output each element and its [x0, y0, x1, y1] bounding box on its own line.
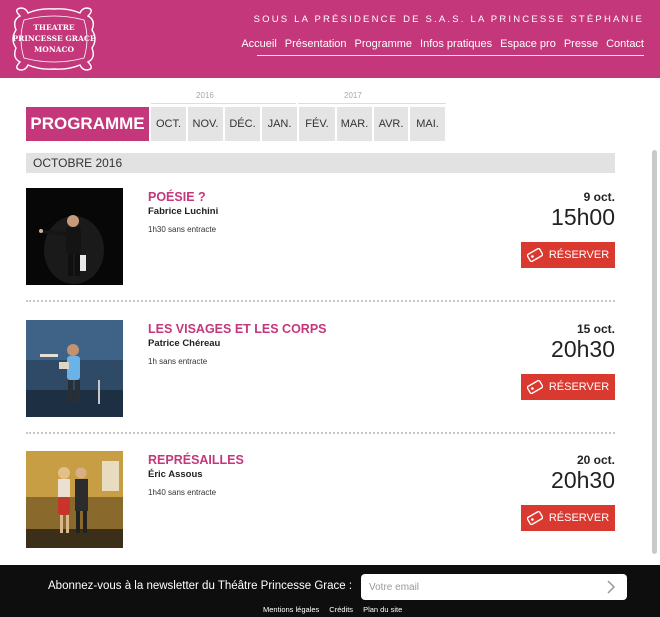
patronage-text: SOUS LA PRÉSIDENCE DE S.A.S. LA PRINCESS… — [253, 14, 644, 25]
event-photo[interactable] — [26, 451, 123, 548]
year-label-2016: 2016 — [196, 91, 214, 100]
reserve-button[interactable]: RÉSERVER — [521, 374, 615, 400]
event-title[interactable]: LES VISAGES ET LES CORPS — [148, 322, 327, 336]
ticket-icon — [526, 248, 543, 262]
month-tab-jan[interactable]: JAN. — [262, 107, 297, 141]
event-photo[interactable] — [26, 188, 123, 285]
arrow-right-icon[interactable] — [604, 580, 618, 594]
event-item: POÉSIE ? Fabrice Luchini 1h30 sans entra… — [26, 188, 615, 286]
svg-text:PRINCESSE GRACE: PRINCESSE GRACE — [12, 34, 95, 43]
month-selector: OCT. NOV. DÉC. JAN. FÉV. MAR. AVR. MAI. — [151, 107, 447, 141]
theatre-logo[interactable]: THEATRE PRINCESSE GRACE MONACO — [10, 6, 98, 72]
event-item: LES VISAGES ET LES CORPS Patrice Chéreau… — [26, 320, 615, 418]
event-photo[interactable] — [26, 320, 123, 417]
month-tab-oct[interactable]: OCT. — [151, 107, 186, 141]
reserve-button[interactable]: RÉSERVER — [521, 505, 615, 531]
event-title[interactable]: POÉSIE ? — [148, 190, 206, 204]
event-author: Fabrice Luchini — [148, 206, 219, 217]
event-author: Patrice Chéreau — [148, 338, 221, 349]
reserve-button[interactable]: RÉSERVER — [521, 242, 615, 268]
event-date: 9 oct. — [583, 190, 615, 204]
newsletter-email-input[interactable] — [361, 574, 627, 600]
ticket-icon — [526, 511, 543, 525]
link-mentions-legales[interactable]: Mentions légales — [263, 605, 319, 614]
newsletter-label: Abonnez-vous à la newsletter du Théâtre … — [48, 580, 353, 592]
year-line-2016 — [151, 103, 296, 104]
event-duration: 1h30 sans entracte — [148, 225, 217, 234]
nav-contact[interactable]: Contact — [606, 38, 644, 50]
event-time: 20h30 — [551, 467, 615, 493]
year-line-2017 — [298, 103, 446, 104]
ticket-icon — [526, 380, 543, 394]
event-date: 15 oct. — [576, 322, 615, 336]
month-tab-mai[interactable]: MAI. — [410, 107, 445, 141]
link-credits[interactable]: Crédits — [329, 605, 353, 614]
event-author: Éric Assous — [148, 469, 203, 480]
nav-presentation[interactable]: Présentation — [285, 38, 347, 50]
event-date: 20 oct. — [576, 453, 615, 467]
event-duration: 1h40 sans entracte — [148, 488, 217, 497]
link-plan-du-site[interactable]: Plan du site — [363, 605, 402, 614]
nav-infos-pratiques[interactable]: Infos pratiques — [420, 38, 492, 50]
nav-programme[interactable]: Programme — [355, 38, 412, 50]
month-tab-mar[interactable]: MAR. — [337, 107, 372, 141]
event-title[interactable]: REPRÉSAILLES — [148, 453, 244, 467]
year-label-2017: 2017 — [344, 91, 362, 100]
event-separator — [26, 432, 615, 434]
reserve-button-label: RÉSERVER — [548, 249, 610, 261]
svg-text:MONACO: MONACO — [34, 45, 74, 54]
event-separator — [26, 300, 615, 302]
month-heading: OCTOBRE 2016 — [26, 153, 615, 173]
month-tab-avr[interactable]: AVR. — [374, 107, 408, 141]
reserve-button-label: RÉSERVER — [548, 381, 610, 393]
main-nav: Accueil Présentation Programme Infos pra… — [233, 38, 644, 50]
month-tab-dec[interactable]: DÉC. — [225, 107, 260, 141]
event-duration: 1h sans entracte — [148, 357, 208, 366]
site-footer: Abonnez-vous à la newsletter du Théâtre … — [0, 565, 660, 617]
event-item: REPRÉSAILLES Éric Assous 1h40 sans entra… — [26, 451, 615, 549]
month-tab-nov[interactable]: NOV. — [188, 107, 223, 141]
reserve-button-label: RÉSERVER — [548, 512, 610, 524]
page-scrollbar[interactable] — [652, 150, 657, 554]
nav-presse[interactable]: Presse — [564, 38, 598, 50]
nav-espace-pro[interactable]: Espace pro — [500, 38, 556, 50]
nav-divider — [257, 55, 644, 56]
event-time: 20h30 — [551, 336, 615, 362]
svg-text:THEATRE: THEATRE — [33, 23, 75, 32]
nav-accueil[interactable]: Accueil — [241, 38, 276, 50]
site-header: THEATRE PRINCESSE GRACE MONACO SOUS LA P… — [0, 0, 660, 78]
programme-tab[interactable]: PROGRAMME — [26, 107, 149, 141]
event-time: 15h00 — [551, 204, 615, 230]
footer-links: Mentions légales Crédits Plan du site — [263, 605, 412, 614]
month-tab-fev[interactable]: FÉV. — [299, 107, 335, 141]
